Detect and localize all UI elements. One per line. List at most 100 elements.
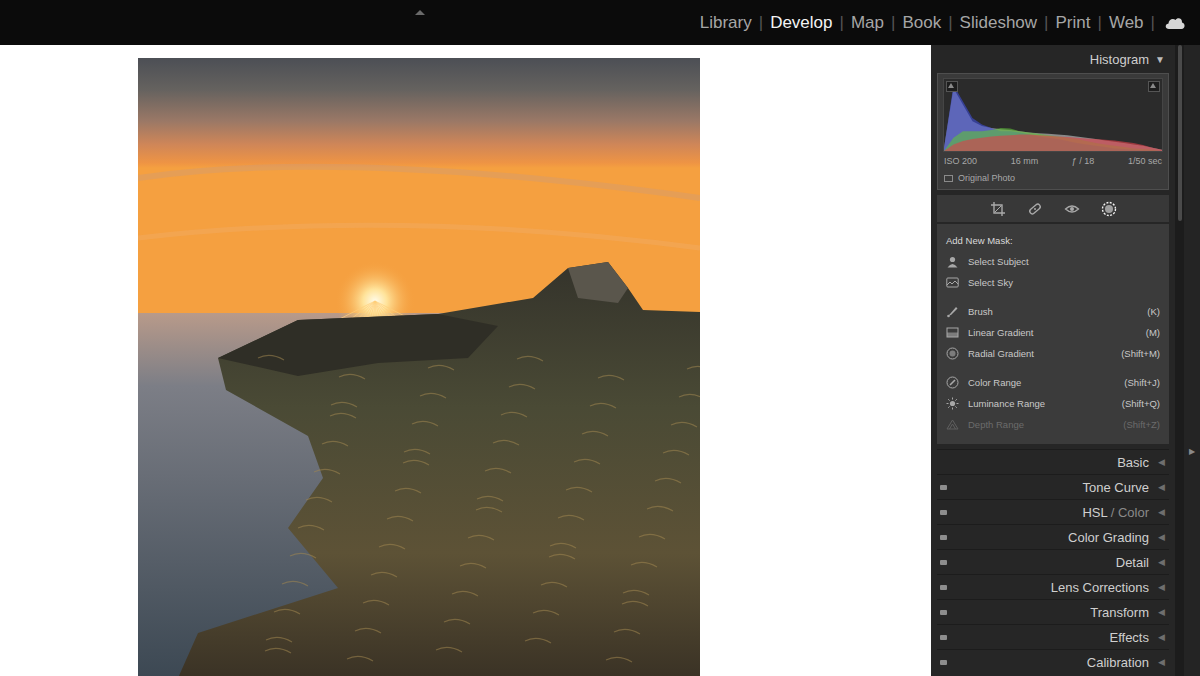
panel-header[interactable]: Lens Corrections ◀ [937, 574, 1169, 599]
mask-option[interactable]: Brush(K) [946, 301, 1160, 322]
histogram-series [944, 128, 1162, 151]
develop-panel: Histogram▼ISO 20016 mmƒ / 181/50 secOrig… [931, 45, 1175, 676]
panel-label: Basic [1117, 455, 1149, 470]
mask-option[interactable]: Radial Gradient(Shift+M) [946, 343, 1160, 364]
panel-arrow[interactable]: ◀ [1158, 582, 1165, 592]
scrollbar-thumb[interactable] [1178, 45, 1182, 221]
brush-mask-icon [946, 305, 959, 318]
panel-title: Basic [940, 455, 1149, 470]
panel-label: Transform [1090, 605, 1149, 620]
panel-header[interactable]: HSL / Color ◀ [937, 499, 1169, 524]
crop-tool-icon[interactable] [990, 201, 1006, 217]
collapse-arrow-icon[interactable] [414, 2, 426, 9]
module-separator: | [840, 13, 844, 33]
module-tab[interactable]: Slideshow [960, 13, 1038, 33]
panel-label: HSL [1082, 505, 1107, 520]
module-separator: | [891, 13, 895, 33]
module-separator: | [948, 13, 952, 33]
panel-title: Effects [947, 630, 1149, 645]
panel-header[interactable]: Transform ◀ [937, 599, 1169, 624]
panel-switch[interactable] [940, 635, 947, 640]
original-photo-checkbox[interactable] [944, 175, 953, 182]
panel-title: Lens Corrections [947, 580, 1149, 595]
mask-option[interactable]: Linear Gradient(M) [946, 322, 1160, 343]
panel-switch[interactable] [940, 535, 947, 540]
module-tab[interactable]: Library [700, 13, 752, 33]
panel-header[interactable]: Tone Curve ◀ [937, 474, 1169, 499]
mask-group: Select Subject Select Sky [946, 251, 1160, 293]
redeye-tool-icon[interactable] [1064, 201, 1080, 217]
color-mask-icon [946, 376, 959, 389]
luminance-mask-icon [946, 397, 959, 410]
mask-tool-icon[interactable] [1101, 201, 1117, 217]
panel-header[interactable]: Calibration ◀ [937, 649, 1169, 674]
panel-arrow[interactable]: ◀ [1158, 532, 1165, 542]
mask-group: Color Range(Shift+J)Luminance Range(Shif… [946, 372, 1160, 435]
exif-value: ƒ / 18 [1072, 156, 1095, 166]
scrollbar[interactable] [1175, 45, 1184, 676]
exif-value: ISO 200 [944, 156, 977, 166]
exif-value: 1/50 sec [1128, 156, 1162, 166]
heal-tool-icon[interactable] [1027, 201, 1043, 217]
panel-arrow[interactable]: ◀ [1158, 482, 1165, 492]
module-separator: | [1044, 13, 1048, 33]
shadow-clipping-icon[interactable] [946, 81, 958, 92]
original-photo-toggle[interactable]: Original Photo [943, 166, 1163, 185]
panel-switch[interactable] [940, 560, 947, 565]
module-tab[interactable]: Book [902, 13, 941, 33]
histogram-toggle[interactable]: ▼ [1155, 54, 1165, 65]
panel-arrow[interactable]: ◀ [1158, 657, 1165, 667]
linear-mask-icon [946, 326, 959, 339]
panel-label: Lens Corrections [1051, 580, 1149, 595]
module-tab[interactable]: Map [851, 13, 884, 33]
panel-label: Detail [1116, 555, 1149, 570]
histogram-panel: ISO 20016 mmƒ / 181/50 secOriginal Photo [937, 73, 1169, 190]
histogram-title: Histogram [1090, 52, 1149, 67]
mask-option: Depth Range(Shift+Z) [946, 414, 1160, 435]
mask-option-label: Select Subject [968, 256, 1160, 267]
panel-header[interactable]: Basic ◀ [937, 449, 1169, 474]
hide-panel-toggle[interactable]: ▶ [1189, 447, 1195, 676]
radial-mask-icon [946, 347, 959, 360]
panel-label: Effects [1109, 630, 1149, 645]
panel-header[interactable]: Effects ◀ [937, 624, 1169, 649]
panel-label: Calibration [1087, 655, 1149, 670]
panel-switch[interactable] [940, 610, 947, 615]
panel-list: Basic◀Tone Curve◀HSL/ Color◀Color Gradin… [937, 449, 1169, 674]
panel-title: HSL / Color [947, 505, 1149, 520]
panel-header[interactable]: Color Grading◀ [937, 524, 1169, 549]
panel-label: Tone Curve [1083, 480, 1149, 495]
panel-title: Calibration [947, 655, 1149, 670]
masking-panel: Add New Mask: Select Subject Select Sky Bru… [937, 224, 1169, 444]
mask-option[interactable]: Select Sky [946, 272, 1160, 293]
panel-switch[interactable] [940, 510, 947, 515]
panel-sublabel[interactable]: / Color [1111, 505, 1149, 520]
mask-shortcut: (Shift+Q) [1122, 398, 1160, 409]
module-tab[interactable]: Print [1056, 13, 1091, 33]
module-separator: | [759, 13, 763, 33]
mask-option[interactable]: Select Subject [946, 251, 1160, 272]
subject-mask-icon [946, 255, 959, 268]
histogram-header[interactable]: Histogram ▼ [937, 45, 1169, 73]
module-separator: | [1151, 13, 1155, 33]
mask-option[interactable]: Luminance Range(Shift+Q) [946, 393, 1160, 414]
panel-switch[interactable] [940, 585, 947, 590]
mask-option[interactable]: Color Range(Shift+J) [946, 372, 1160, 393]
highlight-clipping-icon[interactable] [1148, 81, 1160, 92]
panel-arrow[interactable]: ◀ [1158, 632, 1165, 642]
mask-shortcut: (Shift+J) [1124, 377, 1160, 388]
panel-header[interactable]: Detail ◀ [937, 549, 1169, 574]
module-tab[interactable]: Web [1109, 13, 1144, 33]
histogram-series [944, 85, 1162, 151]
mask-group: Brush(K)Linear Gradient(M)Radial Gradien… [946, 301, 1160, 364]
photo-canvas [0, 45, 931, 676]
panel-arrow[interactable]: ◀ [1158, 557, 1165, 567]
panel-switch[interactable] [940, 660, 947, 665]
add-new-mask-heading: Add New Mask: [946, 233, 1160, 248]
cloud-icon[interactable] [1164, 16, 1186, 30]
panel-arrow[interactable]: ◀ [1158, 457, 1165, 467]
module-tab[interactable]: Develop [770, 13, 832, 33]
panel-arrow[interactable]: ◀ [1158, 607, 1165, 617]
panel-switch[interactable] [940, 485, 947, 490]
panel-arrow[interactable]: ◀ [1158, 507, 1165, 517]
